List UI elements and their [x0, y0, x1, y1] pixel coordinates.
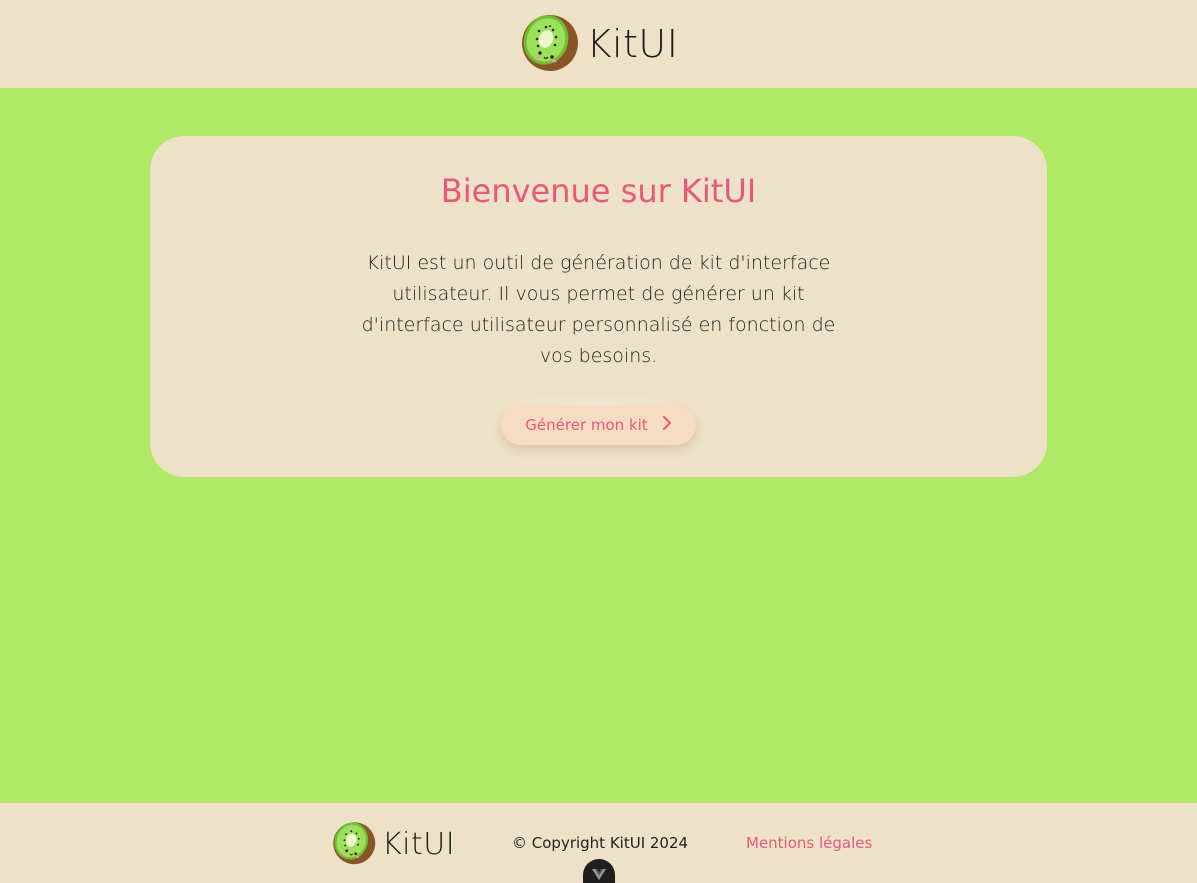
copyright-text: © Copyright KitUI 2024 — [512, 834, 689, 852]
vue-devtools-toggle[interactable] — [583, 859, 615, 883]
footer-brand-link[interactable]: KitUI — [331, 820, 455, 869]
kiwi-logo-icon — [519, 12, 579, 76]
site-header: KitUI — [0, 0, 1197, 88]
generate-kit-button[interactable]: Générer mon kit — [501, 405, 696, 445]
legal-notice-link[interactable]: Mentions légales — [746, 834, 872, 852]
chevron-right-icon — [662, 416, 672, 434]
intro-description: KitUI est un outil de génération de kit … — [361, 252, 836, 367]
vue-devtools-icon — [591, 866, 607, 883]
header-brand-name: KitUI — [586, 22, 679, 66]
page-title: Bienvenue sur KitUI — [440, 172, 757, 210]
site-footer: KitUI © Copyright KitUI 2024 Mentions lé… — [0, 803, 1197, 883]
kiwi-logo-icon — [331, 820, 376, 869]
generate-kit-label: Générer mon kit — [525, 416, 648, 434]
welcome-card: Bienvenue sur KitUI KitUI est un outil d… — [150, 136, 1047, 477]
header-brand-link[interactable]: KitUI — [519, 12, 679, 76]
footer-brand-name: KitUI — [382, 827, 456, 862]
